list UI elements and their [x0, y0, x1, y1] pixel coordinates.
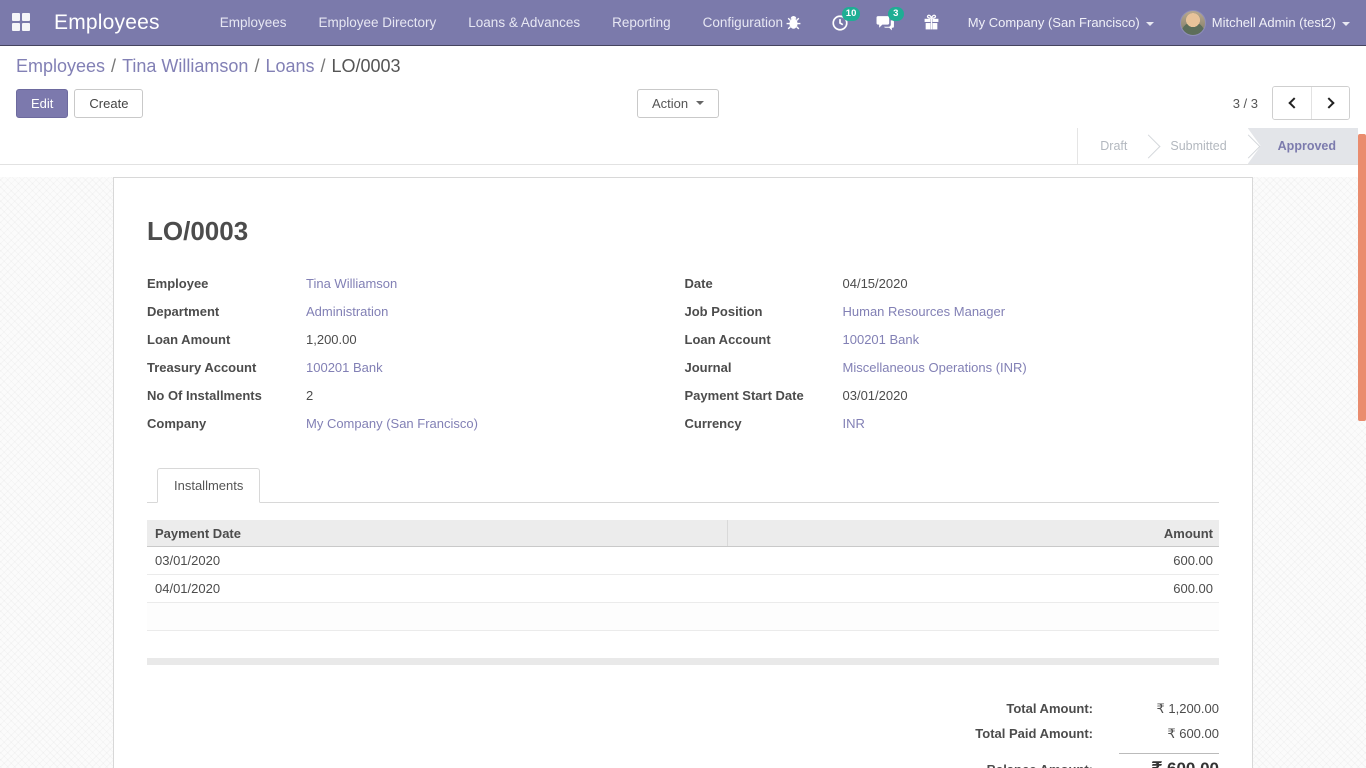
field-value-currency[interactable]: INR	[843, 415, 1220, 432]
menu-configuration[interactable]: Configuration	[703, 15, 783, 30]
field-value-installments-count: 2	[306, 387, 685, 404]
table-row-empty	[147, 603, 1219, 631]
menu-employees[interactable]: Employees	[220, 15, 287, 30]
main-navbar: Employees Employees Employee Directory L…	[0, 0, 1366, 46]
field-value-employee[interactable]: Tina Williamson	[306, 275, 685, 292]
cell-amount: 600.00	[728, 553, 1219, 568]
total-paid-label: Total Paid Amount:	[975, 726, 1093, 741]
breadcrumb-active: LO/0003	[332, 56, 401, 76]
menu-reporting[interactable]: Reporting	[612, 15, 671, 30]
field-label-date: Date	[685, 275, 843, 292]
activity-count-badge: 10	[842, 7, 861, 21]
field-label-company: Company	[147, 415, 306, 432]
breadcrumb-loans[interactable]: Loans	[265, 56, 314, 76]
list-footer-strip	[147, 658, 1219, 665]
field-group-right: Date 04/15/2020 Job Position Human Resou…	[685, 275, 1220, 432]
cell-payment-date: 03/01/2020	[147, 553, 728, 568]
field-value-payment-start-date: 03/01/2020	[843, 387, 1220, 404]
create-button[interactable]: Create	[74, 89, 143, 118]
field-label-loan-account: Loan Account	[685, 331, 843, 348]
chevron-down-icon	[1342, 22, 1350, 26]
pager-next-button[interactable]	[1311, 87, 1349, 119]
cell-amount: 600.00	[728, 581, 1219, 596]
chevron-left-icon	[1288, 97, 1299, 108]
breadcrumb-employees[interactable]: Employees	[16, 56, 105, 76]
field-value-treasury-account[interactable]: 100201 Bank	[306, 359, 685, 376]
record-title: LO/0003	[147, 216, 1219, 247]
menu-employee-directory[interactable]: Employee Directory	[318, 15, 436, 30]
column-header-payment-date[interactable]: Payment Date	[147, 520, 728, 546]
table-row[interactable]: 04/01/2020 600.00	[147, 575, 1219, 603]
field-label-job-position: Job Position	[685, 303, 843, 320]
menu-loans-advances[interactable]: Loans & Advances	[468, 15, 580, 30]
field-label-currency: Currency	[685, 415, 843, 432]
form-view-background: LO/0003 Employee Tina Williamson Departm…	[0, 177, 1366, 768]
statusbar: Draft Submitted Approved	[0, 128, 1366, 165]
column-header-amount[interactable]: Amount	[728, 526, 1219, 541]
user-menu[interactable]: Mitchell Admin (test2)	[1180, 10, 1350, 36]
breadcrumb: Employees/Tina Williamson/Loans/LO/0003	[16, 56, 1350, 77]
field-value-date: 04/15/2020	[843, 275, 1220, 292]
debug-bug-icon[interactable]	[784, 13, 804, 33]
message-count-badge: 3	[888, 7, 904, 21]
activity-clock-icon[interactable]: 10	[830, 13, 850, 33]
systray: 10 3 My Company (San Francisco) Mitch	[784, 10, 1350, 36]
field-value-loan-account[interactable]: 100201 Bank	[843, 331, 1220, 348]
balance-amount-label: Balance Amount:	[987, 762, 1093, 768]
status-step-approved[interactable]: Approved	[1248, 128, 1358, 164]
company-switcher[interactable]: My Company (San Francisco)	[968, 15, 1154, 30]
balance-amount-value: ₹ 600.00	[1119, 753, 1219, 768]
breadcrumb-employee[interactable]: Tina Williamson	[122, 56, 248, 76]
field-value-department[interactable]: Administration	[306, 303, 685, 320]
status-step-submitted[interactable]: Submitted	[1148, 128, 1248, 164]
app-brand[interactable]: Employees	[54, 11, 160, 35]
pager-previous-button[interactable]	[1273, 87, 1311, 119]
gift-icon[interactable]	[922, 13, 942, 33]
control-panel: Employees/Tina Williamson/Loans/LO/0003 …	[0, 46, 1366, 128]
field-value-company[interactable]: My Company (San Francisco)	[306, 415, 685, 432]
vertical-scrollbar[interactable]	[1358, 134, 1366, 421]
apps-grid-icon[interactable]	[12, 13, 32, 33]
action-dropdown-button[interactable]: Action	[637, 89, 719, 118]
pager: 3 / 3	[1233, 86, 1350, 120]
chevron-down-icon	[696, 101, 704, 105]
field-label-journal: Journal	[685, 359, 843, 376]
field-group-left: Employee Tina Williamson Department Admi…	[147, 275, 685, 432]
total-amount-value: ₹ 1,200.00	[1119, 701, 1219, 717]
cell-payment-date: 04/01/2020	[147, 581, 728, 596]
chevron-down-icon	[1146, 22, 1154, 26]
notebook-tabs: Installments	[147, 468, 1219, 503]
field-value-job-position[interactable]: Human Resources Manager	[843, 303, 1220, 320]
field-value-journal[interactable]: Miscellaneous Operations (INR)	[843, 359, 1220, 376]
messages-icon[interactable]: 3	[876, 13, 896, 33]
field-label-employee: Employee	[147, 275, 306, 292]
edit-button[interactable]: Edit	[16, 89, 68, 118]
field-label-installments-count: No Of Installments	[147, 387, 306, 404]
user-avatar	[1180, 10, 1206, 36]
total-paid-value: ₹ 600.00	[1119, 726, 1219, 742]
top-menu: Employees Employee Directory Loans & Adv…	[220, 15, 783, 30]
field-label-payment-start-date: Payment Start Date	[685, 387, 843, 404]
field-label-treasury-account: Treasury Account	[147, 359, 306, 376]
field-value-loan-amount: 1,200.00	[306, 331, 685, 348]
field-label-department: Department	[147, 303, 306, 320]
tab-installments[interactable]: Installments	[157, 468, 260, 503]
pager-counter: 3 / 3	[1233, 96, 1258, 111]
totals-section: Total Amount: ₹ 1,200.00 Total Paid Amou…	[147, 701, 1219, 768]
chevron-right-icon	[1323, 97, 1334, 108]
table-row[interactable]: 03/01/2020 600.00	[147, 547, 1219, 575]
total-amount-label: Total Amount:	[1006, 701, 1093, 716]
field-label-loan-amount: Loan Amount	[147, 331, 306, 348]
installments-list: Payment Date Amount 03/01/2020 600.00 04…	[147, 520, 1219, 665]
form-sheet: LO/0003 Employee Tina Williamson Departm…	[113, 177, 1253, 768]
list-header[interactable]: Payment Date Amount	[147, 520, 1219, 547]
